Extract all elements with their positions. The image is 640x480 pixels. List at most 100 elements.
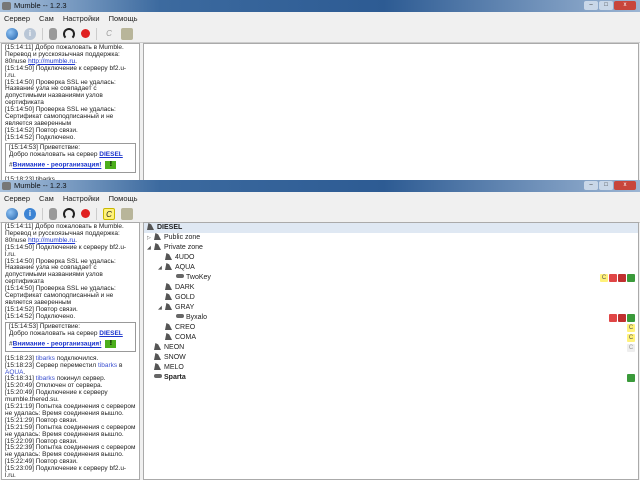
expand-arrow-icon[interactable]: ▷ — [147, 233, 154, 243]
chat-log[interactable]: [15:14:11] Добро пожаловать в Mumble. Пе… — [1, 43, 140, 181]
deafened-icon — [618, 314, 626, 322]
minimize-button[interactable]: – — [584, 181, 598, 190]
title-bar[interactable]: Mumble -- 1.2.3 – □ x — [0, 180, 640, 192]
record-icon[interactable] — [81, 209, 90, 218]
announcement: #Внимание - реорганизация!! — [9, 161, 117, 170]
minimize-button[interactable]: – — [584, 1, 598, 10]
close-button[interactable]: x — [614, 181, 636, 190]
headphones-deafen-icon[interactable] — [63, 27, 75, 40]
authenticated-icon — [627, 374, 635, 382]
menu-self[interactable]: Сам — [39, 192, 54, 205]
log-message: [15:14:11] Добро пожаловать в Mumble. Пе… — [5, 223, 136, 245]
channel-name: COMA — [175, 334, 196, 341]
log-message: [15:14:11] Добро пожаловать в Mumble. Пе… — [5, 44, 136, 66]
log-message: [15:14:50] Подключение к серверу bf2.u-l… — [5, 65, 136, 80]
channel-icon — [154, 243, 161, 250]
log-text: Сервер переместил — [35, 361, 97, 369]
welcome-text: Добро пожаловать на сервер — [9, 329, 98, 337]
user-name: Byxalo — [186, 314, 208, 321]
log-message: [15:14:50] Проверка SSL не удалась: Серт… — [5, 285, 136, 307]
tree-channel[interactable]: ◢ AQUA — [144, 263, 638, 273]
headphones-deafen-icon[interactable] — [63, 207, 75, 220]
tree-channel[interactable]: DARK — [144, 283, 638, 293]
log-timestamp: [15:14:52] — [5, 133, 34, 141]
tree-channel[interactable]: GOLD — [144, 293, 638, 303]
welcome-message: [15:14:53] Приветствие: Добро пожаловать … — [5, 321, 136, 352]
window-title: Mumble -- 1.2.3 — [14, 181, 67, 190]
status-flags — [627, 374, 635, 382]
connect-globe-icon[interactable] — [6, 207, 18, 220]
server-link[interactable]: DIESEL — [99, 151, 122, 158]
tree-channel[interactable]: COMA C — [144, 333, 638, 343]
toolbar: i C — [0, 205, 640, 223]
log-text: Подключено. — [35, 312, 76, 320]
log-text: Подключено. — [35, 133, 76, 141]
title-bar[interactable]: Mumble -- 1.2.3 – □ x — [0, 0, 640, 12]
tree-channel[interactable]: ▷ Public zone — [144, 233, 638, 243]
comment-icon[interactable]: C — [103, 207, 115, 220]
announcement-link[interactable]: Внимание - реорганизация! — [13, 341, 102, 348]
user-name-link[interactable]: tibarks — [98, 362, 117, 369]
menu-server[interactable]: Сервер — [4, 192, 30, 205]
connect-globe-icon[interactable] — [6, 27, 18, 40]
channel-tree[interactable]: DIESEL ▷ Public zone ◢ Private zone 4UDO ◢ AQUA… — [143, 222, 639, 480]
channel-icon — [165, 293, 172, 300]
maximize-button[interactable]: □ — [599, 1, 613, 10]
menu-server[interactable]: Сервер — [4, 12, 30, 25]
channel-name: Private zone — [164, 244, 203, 251]
menu-self[interactable]: Сам — [39, 12, 54, 25]
audio-wizard-icon[interactable] — [121, 207, 133, 220]
tree-channel[interactable]: SNOW — [144, 353, 638, 363]
menu-settings[interactable]: Настройки — [63, 12, 100, 25]
comment-icon[interactable]: C — [103, 28, 115, 40]
muted-icon — [609, 314, 617, 322]
chat-log[interactable]: [15:14:11] Добро пожаловать в Mumble. Пе… — [1, 222, 140, 480]
authenticated-icon — [627, 274, 635, 282]
channel-name: DARK — [175, 284, 195, 291]
status-flags: C — [600, 274, 635, 282]
server-name: DIESEL — [157, 224, 183, 231]
channel-name: Public zone — [164, 234, 201, 241]
channel-tree[interactable] — [143, 43, 639, 181]
tree-channel[interactable]: 4UDO — [144, 253, 638, 263]
menu-settings[interactable]: Настройки — [63, 192, 100, 205]
menu-help[interactable]: Помощь — [109, 192, 138, 205]
comment-read-icon: C — [627, 344, 635, 352]
welcome-text-line: Добро пожаловать на сервер DIESEL — [9, 329, 132, 338]
tree-user[interactable]: Byxalo — [144, 313, 638, 323]
microphone-mute-icon[interactable] — [49, 207, 57, 220]
tree-channel[interactable]: ◢ GRAY — [144, 303, 638, 313]
audio-wizard-icon[interactable] — [121, 27, 133, 40]
main-area: [15:14:11] Добро пожаловать в Mumble. Пе… — [0, 43, 640, 181]
user-talk-icon — [154, 374, 162, 378]
close-button[interactable]: x — [614, 1, 636, 10]
log-message: [15:21:19] Попытка соединения с сервером… — [5, 403, 136, 418]
toolbar-separator — [42, 27, 43, 40]
info-icon[interactable]: i — [24, 207, 36, 220]
maximize-button[interactable]: □ — [599, 181, 613, 190]
collapse-arrow-icon[interactable]: ◢ — [158, 263, 165, 273]
collapse-arrow-icon[interactable]: ◢ — [158, 303, 165, 313]
tree-channel[interactable]: CREO C — [144, 323, 638, 333]
microphone-mute-icon[interactable] — [49, 27, 57, 40]
record-icon[interactable] — [81, 29, 90, 38]
log-message: [15:22:39] Попытка соединения с сервером… — [5, 445, 136, 459]
collapse-arrow-icon[interactable]: ◢ — [147, 243, 154, 253]
info-icon[interactable]: i — [24, 27, 36, 40]
exclamation-icon: ! — [105, 340, 117, 349]
tree-user[interactable]: TwoKey C — [144, 273, 638, 283]
tree-user[interactable]: Sparta — [144, 373, 638, 383]
announcement-link[interactable]: Внимание - реорганизация! — [13, 162, 102, 169]
tree-channel[interactable]: ◢ Private zone — [144, 243, 638, 253]
status-flags: C — [627, 324, 635, 332]
tree-channel[interactable]: MELO — [144, 363, 638, 373]
tree-root-server[interactable]: DIESEL — [144, 223, 638, 233]
menu-help[interactable]: Помощь — [109, 12, 138, 25]
log-message: [15:14:52] Подключено. — [5, 133, 136, 142]
status-flags — [609, 314, 635, 322]
tree-channel[interactable]: NEON C — [144, 343, 638, 353]
server-link[interactable]: DIESEL — [99, 330, 122, 337]
log-message: [15:14:52] Подключено. — [5, 312, 136, 321]
channel-name: GRAY — [175, 304, 195, 311]
comment-icon: C — [600, 274, 608, 282]
